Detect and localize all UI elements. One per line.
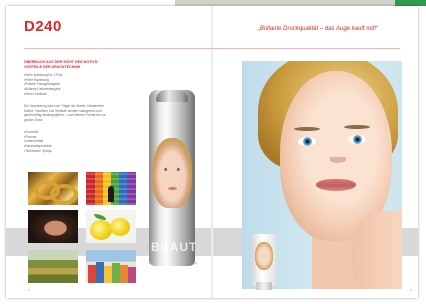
portrait-hand: [352, 211, 402, 289]
can-big-word: BEAUT: [151, 240, 195, 254]
thumbnail-landscape: [28, 250, 78, 283]
title-rule: [24, 48, 400, 49]
house-shape: [88, 265, 96, 283]
portrait-eye-right: [348, 135, 366, 144]
lemon-shape: [110, 218, 130, 236]
page-title: D240: [24, 18, 62, 35]
lemon-shape: [90, 220, 112, 240]
tagline: „Brillante Druckqualität – das Auge kauf…: [257, 26, 378, 32]
cream-tube: [252, 234, 276, 286]
page-number-left: 2: [28, 288, 30, 292]
house-shape: [128, 267, 136, 283]
application-list: Kosmetik Pharma Lebensmittel Haushaltspr…: [24, 130, 52, 154]
can-cap: [156, 90, 188, 102]
tube-cap: [256, 282, 272, 290]
thumbnail-houses: [86, 250, 136, 283]
portrait-nose: [330, 157, 346, 163]
feature-item: Hohe Auflösung bis 175 lpi: [24, 73, 63, 78]
house-shape: [104, 266, 112, 283]
thumbnail-woman-portrait: [28, 210, 78, 243]
portrait-iris: [303, 137, 312, 146]
brochure-spread: D240 „Brillante Druckqualität – das Auge…: [6, 6, 418, 298]
person-silhouette: [108, 186, 114, 202]
can-lips: [168, 187, 177, 190]
tube-face-image: [255, 242, 273, 270]
can-face-image: [152, 138, 192, 208]
portrait-eye-left: [298, 137, 316, 146]
thumbnail-color-wall: [86, 172, 136, 205]
aerosol-can: BEAUT: [149, 90, 195, 266]
house-shape: [96, 262, 104, 283]
page-gutter: [211, 6, 213, 298]
feature-list: Hohe Auflösung bis 175 lpi Feine Rasteru…: [24, 73, 63, 97]
thumbnail-gold-rings: [28, 172, 78, 205]
section-heading: Überblick aus der Sicht des Motivs: Vort…: [24, 60, 99, 69]
can-eyes: [163, 168, 181, 171]
application-item: Technische Sprays: [24, 149, 52, 154]
house-shape: [120, 265, 128, 283]
page-number-right: 3: [410, 288, 412, 292]
ring-shape: [50, 184, 78, 205]
feature-item: Hoher Kontrast: [24, 92, 63, 97]
portrait-brow-left: [294, 127, 320, 131]
thumbnail-lemons: [86, 210, 136, 243]
portrait-brow-right: [344, 125, 370, 129]
portrait-iris: [353, 135, 362, 144]
body-paragraph: Die Verpackung wird zum Träger der Marke…: [24, 104, 106, 122]
house-shape: [112, 263, 120, 283]
portrait-lips: [316, 179, 356, 191]
